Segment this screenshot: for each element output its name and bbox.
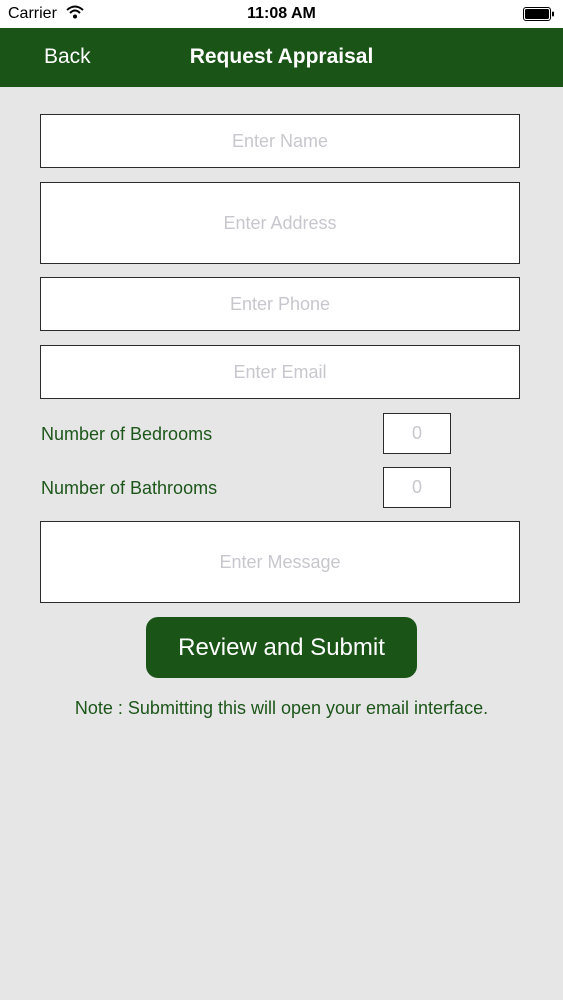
submit-note: Note : Submitting this will open your em… <box>74 698 489 718</box>
message-placeholder: Enter Message <box>219 551 341 572</box>
navigation-bar: Back Request Appraisal <box>0 28 563 87</box>
name-field[interactable]: Enter Name <box>40 114 520 168</box>
phone-field[interactable]: Enter Phone <box>40 277 520 331</box>
review-submit-button[interactable]: Review and Submit <box>146 617 417 678</box>
message-field[interactable]: Enter Message <box>40 521 520 603</box>
email-placeholder: Enter Email <box>233 361 327 382</box>
bedrooms-value: 0 <box>411 423 422 443</box>
review-submit-label: Review and Submit <box>178 633 385 661</box>
battery-icon <box>523 7 555 26</box>
bathrooms-label: Number of Bathrooms <box>41 478 218 498</box>
bathrooms-input[interactable]: 0 <box>383 467 451 508</box>
status-time: 11:08 AM <box>247 5 316 22</box>
name-placeholder: Enter Name <box>231 130 329 151</box>
phone-placeholder: Enter Phone <box>229 293 331 314</box>
status-bar: Carrier 11:08 AM <box>0 0 563 28</box>
email-field[interactable]: Enter Email <box>40 345 520 399</box>
address-field[interactable]: Enter Address <box>40 182 520 264</box>
bedrooms-label: Number of Bedrooms <box>41 424 213 444</box>
bedrooms-input[interactable]: 0 <box>383 413 451 454</box>
bathrooms-value: 0 <box>411 477 422 497</box>
page-title: Request Appraisal <box>189 45 374 68</box>
address-placeholder: Enter Address <box>223 212 337 233</box>
